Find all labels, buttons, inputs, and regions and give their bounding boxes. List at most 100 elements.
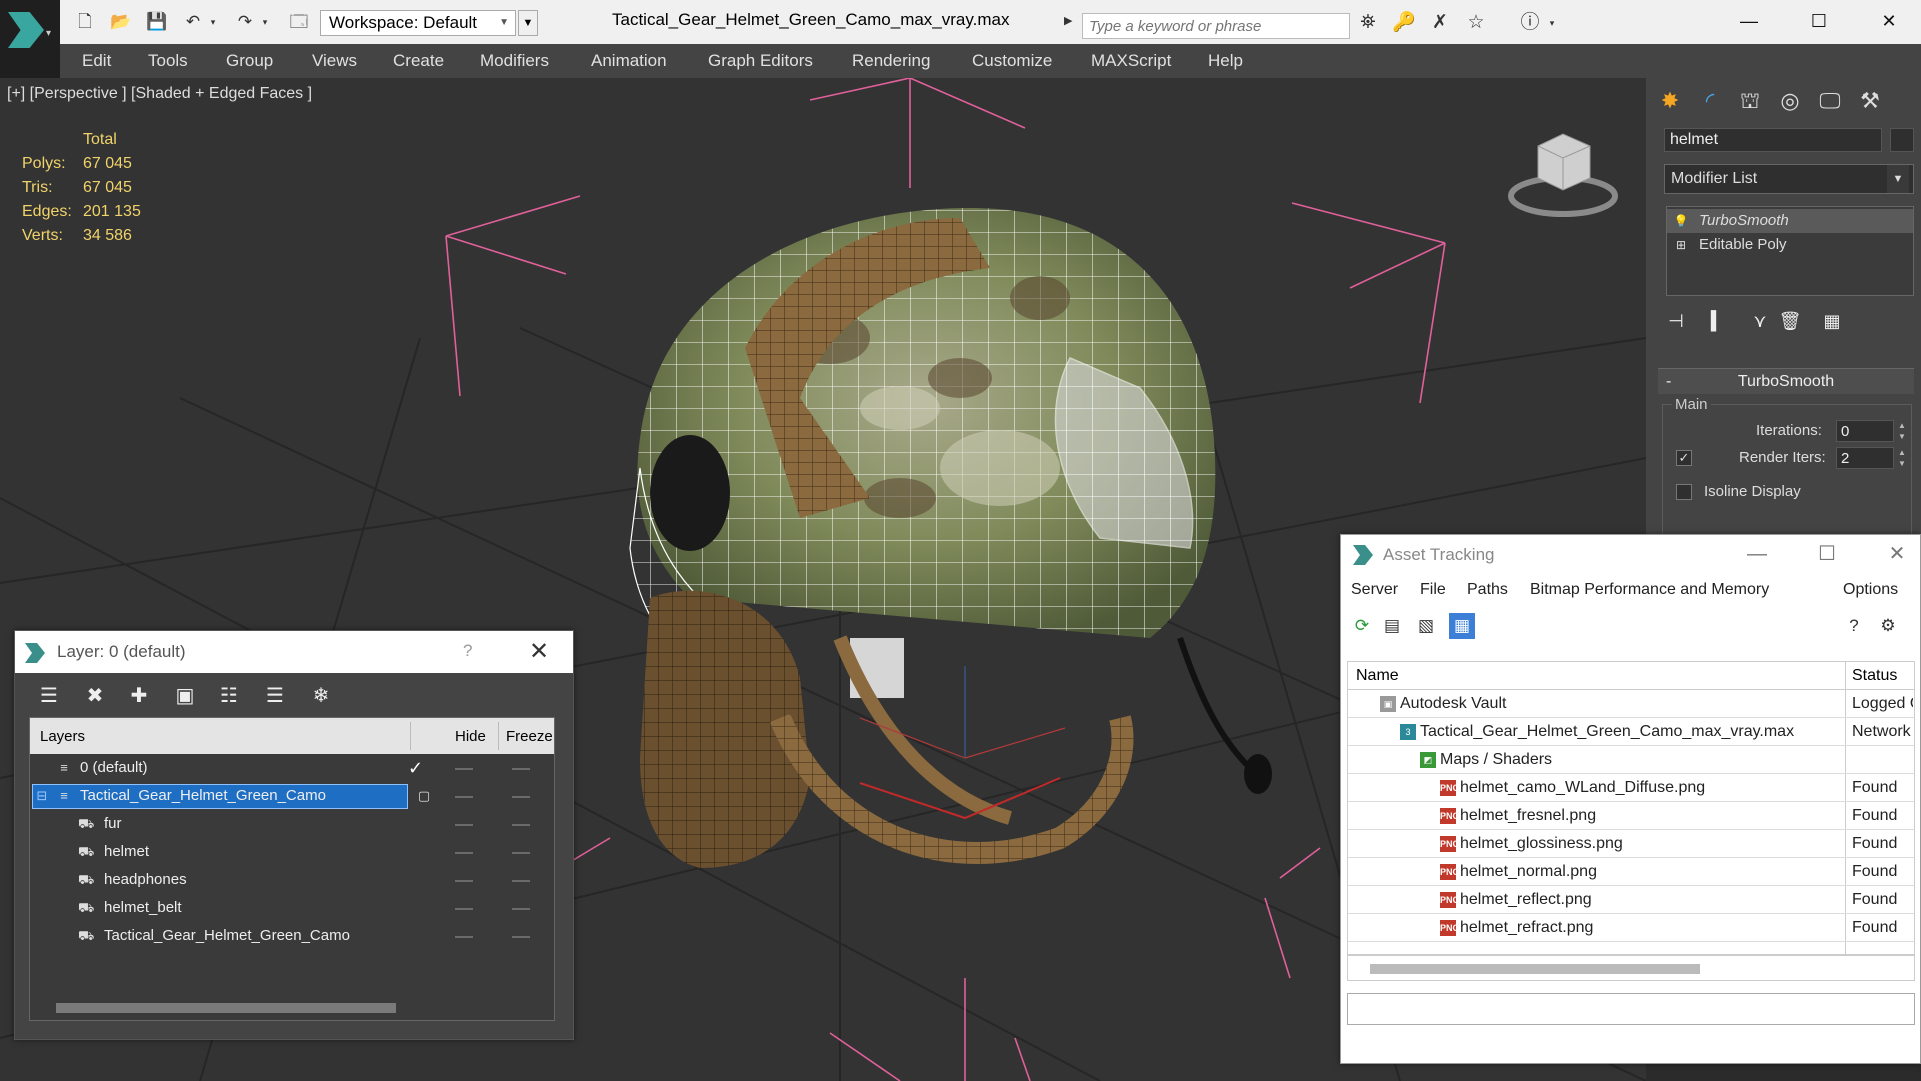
asset-row[interactable]: ▣ Autodesk Vault Logged Out: [1348, 690, 1914, 718]
remove-modifier-icon[interactable]: 🗑: [1774, 306, 1806, 336]
favorites-star-icon[interactable]: ☆: [1461, 11, 1491, 35]
search-input[interactable]: [1082, 13, 1350, 39]
expand-plus-icon[interactable]: ⊞: [1673, 237, 1689, 253]
column-divider[interactable]: [410, 722, 411, 750]
viewcube-icon[interactable]: [1508, 118, 1618, 218]
menu-help[interactable]: Help: [1208, 51, 1243, 71]
play-triangle-icon[interactable]: ▶: [1064, 14, 1078, 34]
hide-toggle[interactable]: [455, 880, 473, 882]
current-layer-checkmark-icon[interactable]: ✓: [408, 754, 423, 782]
menu-maxscript[interactable]: MAXScript: [1091, 51, 1171, 71]
menu-tools[interactable]: Tools: [148, 51, 188, 71]
asset-row[interactable]: PNG helmet_refract.png Found: [1348, 914, 1914, 942]
isoline-display-checkbox[interactable]: [1676, 484, 1692, 500]
horizontal-scrollbar[interactable]: [1347, 955, 1915, 981]
menu-group[interactable]: Group: [226, 51, 273, 71]
horizontal-scrollbar[interactable]: [32, 998, 552, 1018]
asset-row[interactable]: 3 Tactical_Gear_Helmet_Green_Camo_max_vr…: [1348, 718, 1914, 746]
add-to-layer-icon[interactable]: ✚: [123, 681, 155, 711]
freeze-all-layers-icon[interactable]: ❄: [305, 681, 337, 711]
menu-customize[interactable]: Customize: [972, 51, 1052, 71]
column-header-hide[interactable]: Hide: [455, 728, 486, 745]
help-icon[interactable]: ⓘ: [1515, 11, 1545, 35]
pin-stack-icon[interactable]: ⊣: [1660, 306, 1692, 336]
scrollbar-thumb[interactable]: [1370, 964, 1700, 974]
column-header-layers[interactable]: Layers: [40, 728, 85, 745]
column-divider[interactable]: [498, 722, 499, 750]
asset-menu-bitmap-performance[interactable]: Bitmap Performance and Memory: [1530, 581, 1769, 599]
scrollbar-thumb[interactable]: [56, 1003, 396, 1013]
object-name-input[interactable]: [1664, 128, 1882, 152]
menu-create[interactable]: Create: [393, 51, 444, 71]
layer-row[interactable]: ⛟ helmet: [30, 838, 554, 866]
menu-rendering[interactable]: Rendering: [852, 51, 930, 71]
layer-window-titlebar[interactable]: Layer: 0 (default) ? ✕: [15, 631, 573, 673]
undo-dropdown-icon[interactable]: ▾: [206, 10, 220, 34]
column-divider[interactable]: [1845, 662, 1846, 690]
make-unique-icon[interactable]: ⋎: [1744, 306, 1776, 336]
highlight-layer-icon[interactable]: ☷: [213, 681, 245, 711]
select-layer-objects-icon[interactable]: ▣: [169, 681, 201, 711]
refresh-icon[interactable]: ⟳: [1349, 613, 1375, 639]
menu-animation[interactable]: Animation: [591, 51, 667, 71]
close-button[interactable]: ✕: [1866, 6, 1912, 36]
thumbnail-view-icon[interactable]: ▧: [1413, 613, 1439, 639]
layer-row[interactable]: ⛟ headphones: [30, 866, 554, 894]
close-icon[interactable]: ✕: [1877, 539, 1917, 569]
spinner-arrows-icon[interactable]: ▲ ▼: [1896, 447, 1908, 469]
collapse-minus-icon[interactable]: ⊟: [34, 788, 50, 804]
layer-row[interactable]: ≡ 0 (default) ✓: [30, 754, 554, 782]
asset-window-titlebar[interactable]: Asset Tracking — ☐ ✕: [1341, 535, 1920, 575]
hide-toggle[interactable]: [455, 936, 473, 938]
asset-row[interactable]: PNG helmet_glossiness.png Found: [1348, 830, 1914, 858]
column-header-name[interactable]: Name: [1356, 667, 1399, 685]
freeze-toggle[interactable]: [512, 768, 530, 770]
helmet-model[interactable]: [629, 208, 1272, 868]
delete-layer-icon[interactable]: ✖: [79, 681, 111, 711]
maximize-icon[interactable]: ☐: [1807, 539, 1847, 569]
column-header-status[interactable]: Status: [1852, 667, 1897, 685]
iterations-spinner[interactable]: [1836, 420, 1894, 442]
freeze-toggle[interactable]: [512, 908, 530, 910]
asset-row[interactable]: PNG helmet_fresnel.png Found: [1348, 802, 1914, 830]
redo-dropdown-icon[interactable]: ▾: [258, 10, 272, 34]
asset-row[interactable]: PNG helmet_camo_WLand_Diffuse.png Found: [1348, 774, 1914, 802]
freeze-toggle[interactable]: [512, 936, 530, 938]
freeze-toggle[interactable]: [512, 852, 530, 854]
viewport-label[interactable]: [+] [Perspective ] [Shaded + Edged Faces…: [7, 85, 312, 103]
configure-modifier-sets-icon[interactable]: ▦: [1816, 306, 1848, 336]
asset-menu-server[interactable]: Server: [1351, 581, 1398, 599]
maximize-button[interactable]: ☐: [1796, 6, 1842, 36]
layer-row[interactable]: ⛟ fur: [30, 810, 554, 838]
undo-icon[interactable]: ↶: [180, 10, 206, 34]
asset-menu-options[interactable]: Options: [1843, 581, 1898, 599]
spinner-arrows-icon[interactable]: ▲ ▼: [1896, 420, 1908, 442]
minimize-icon[interactable]: —: [1737, 539, 1777, 569]
binoculars-icon[interactable]: ⛯: [1353, 11, 1383, 35]
freeze-toggle[interactable]: [512, 796, 530, 798]
app-logo[interactable]: ▾: [0, 0, 60, 87]
asset-row[interactable]: ◩ Maps / Shaders: [1348, 746, 1914, 774]
help-button[interactable]: ?: [463, 641, 472, 661]
layer-row[interactable]: ⛟ helmet_belt: [30, 894, 554, 922]
help-icon[interactable]: ?: [1841, 613, 1867, 639]
freeze-toggle[interactable]: [512, 824, 530, 826]
render-iters-checkbox[interactable]: ✓: [1676, 450, 1692, 466]
layer-row[interactable]: ⊟ ≡ Tactical_Gear_Helmet_Green_Camo ▢: [30, 782, 554, 810]
open-file-icon[interactable]: 📂: [108, 10, 134, 34]
asset-menu-file[interactable]: File: [1420, 581, 1446, 599]
hide-toggle[interactable]: [455, 768, 473, 770]
new-file-icon[interactable]: 🗋: [72, 10, 98, 34]
show-end-result-icon[interactable]: ▍: [1702, 306, 1734, 336]
workspace-dropdown[interactable]: Workspace: Default ▼: [320, 10, 516, 36]
hide-all-layers-icon[interactable]: ☰: [259, 681, 291, 711]
menu-graph-editors[interactable]: Graph Editors: [708, 51, 813, 71]
menu-views[interactable]: Views: [312, 51, 357, 71]
lightbulb-icon[interactable]: 💡: [1673, 213, 1689, 229]
modifier-list-dropdown[interactable]: Modifier List ▼: [1664, 164, 1914, 194]
hide-toggle[interactable]: [455, 824, 473, 826]
motion-tab-icon[interactable]: ◎: [1772, 84, 1808, 118]
stack-item-editable-poly[interactable]: ⊞ Editable Poly: [1667, 233, 1913, 257]
freeze-toggle[interactable]: [512, 880, 530, 882]
table-view-icon[interactable]: ▦: [1449, 613, 1475, 639]
